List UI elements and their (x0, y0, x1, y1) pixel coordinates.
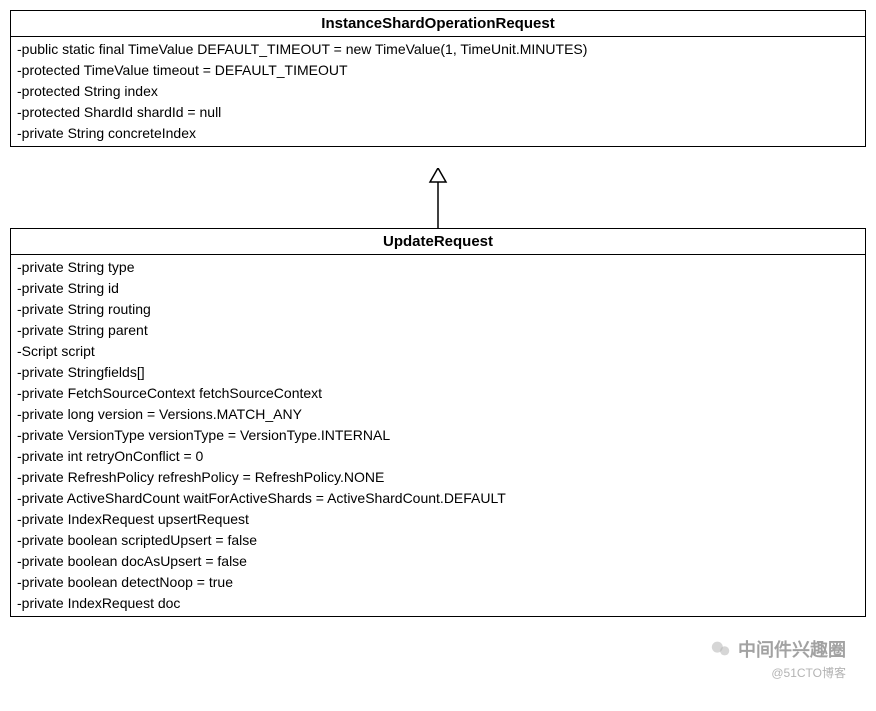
parent-attr: -protected ShardId shardId = null (17, 102, 859, 123)
child-attr: -private Stringfields[] (17, 362, 859, 383)
child-attr: -private String id (17, 278, 859, 299)
child-attr: -private int retryOnConflict = 0 (17, 446, 859, 467)
watermark-main: 中间件兴趣圈 (710, 636, 846, 662)
child-attr: -private VersionType versionType = Versi… (17, 425, 859, 446)
inheritance-connector (428, 168, 448, 228)
parent-class-attributes: -public static final TimeValue DEFAULT_T… (11, 37, 865, 146)
parent-class-box: InstanceShardOperationRequest -public st… (10, 10, 866, 147)
child-attr: -private IndexRequest doc (17, 593, 859, 614)
watermark: 中间件兴趣圈 @51CTO博客 (710, 636, 846, 681)
child-attr: -private long version = Versions.MATCH_A… (17, 404, 859, 425)
parent-attr: -protected TimeValue timeout = DEFAULT_T… (17, 60, 859, 81)
child-attr: -private ActiveShardCount waitForActiveS… (17, 488, 859, 509)
wechat-icon (710, 638, 732, 660)
child-attr: -Script script (17, 341, 859, 362)
child-attr: -private boolean docAsUpsert = false (17, 551, 859, 572)
child-attr: -private boolean detectNoop = true (17, 572, 859, 593)
parent-attr: -public static final TimeValue DEFAULT_T… (17, 39, 859, 60)
child-attr: -private RefreshPolicy refreshPolicy = R… (17, 467, 859, 488)
parent-attr: -private String concreteIndex (17, 123, 859, 144)
child-attr: -private String routing (17, 299, 859, 320)
child-class-title: UpdateRequest (11, 229, 865, 255)
child-class-attributes: -private String type -private String id … (11, 255, 865, 616)
child-attr: -private IndexRequest upsertRequest (17, 509, 859, 530)
child-attr: -private boolean scriptedUpsert = false (17, 530, 859, 551)
child-attr: -private String type (17, 257, 859, 278)
watermark-sub-text: @51CTO博客 (710, 664, 846, 681)
parent-attr: -protected String index (17, 81, 859, 102)
parent-class-title: InstanceShardOperationRequest (11, 11, 865, 37)
child-attr: -private String parent (17, 320, 859, 341)
watermark-main-text: 中间件兴趣圈 (738, 636, 846, 662)
child-attr: -private FetchSourceContext fetchSourceC… (17, 383, 859, 404)
child-class-box: UpdateRequest -private String type -priv… (10, 228, 866, 617)
